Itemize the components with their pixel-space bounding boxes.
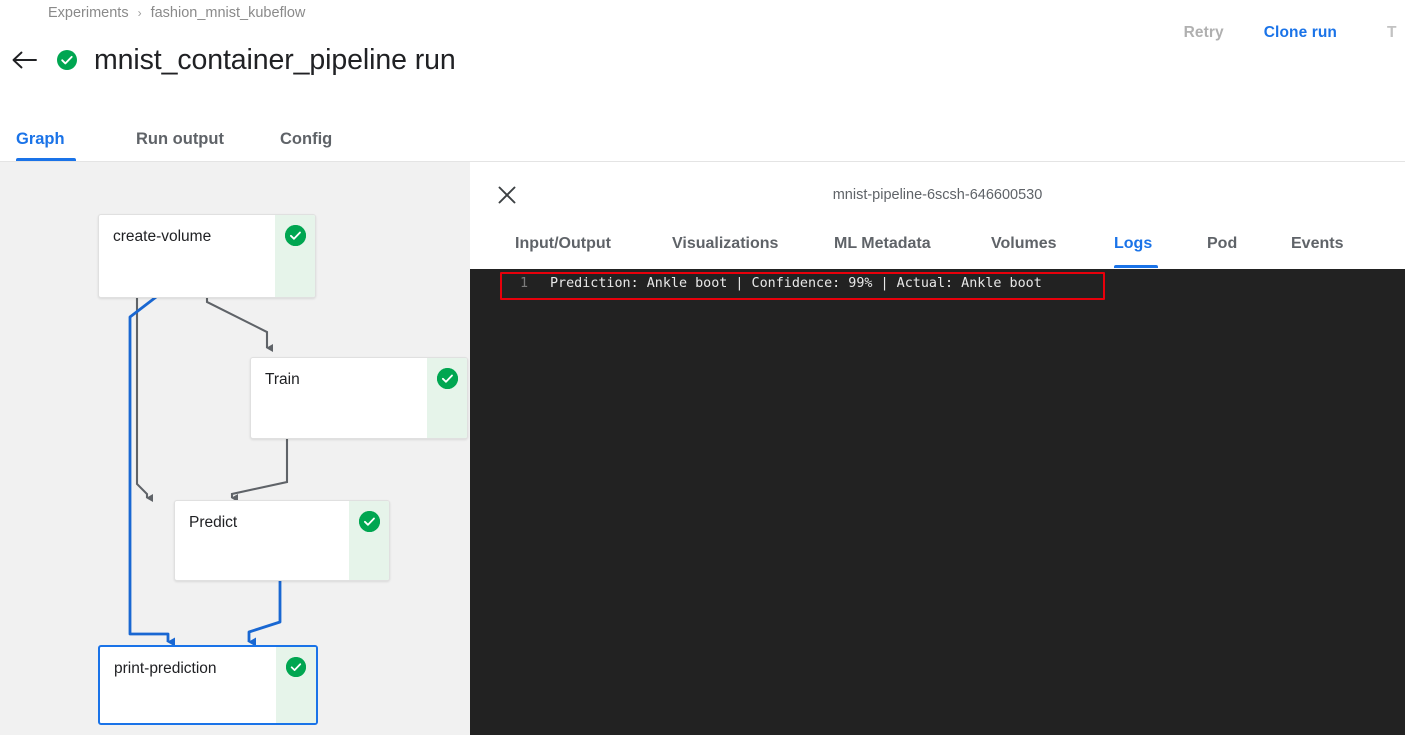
clone-run-button[interactable]: Clone run	[1264, 24, 1337, 42]
edge-train-predict	[230, 438, 289, 502]
edge-createvolume-predict	[135, 298, 153, 502]
panel-tab-bar: Input/Output Visualizations ML Metadata …	[470, 226, 1405, 269]
edge-createvolume-train	[205, 298, 273, 352]
log-viewer[interactable]: 1 Prediction: Ankle boot | Confidence: 9…	[470, 269, 1405, 735]
pipeline-graph-canvas[interactable]: create-volume Train Predict print-predic…	[0, 162, 470, 735]
panel-header: mnist-pipeline-6scsh-646600530	[470, 162, 1405, 226]
page-title: mnist_container_pipeline run	[94, 43, 456, 76]
edge-predict-printprediction	[247, 581, 282, 647]
breadcrumb-item-experiments[interactable]: Experiments	[48, 5, 129, 21]
node-status-strip	[276, 647, 316, 723]
tab-logs[interactable]: Logs	[1114, 226, 1158, 268]
log-line-number: 1	[519, 275, 528, 291]
tab-run-output[interactable]: Run output	[136, 108, 232, 161]
graph-node-label: print-prediction	[114, 660, 217, 677]
check-circle-icon	[436, 368, 458, 389]
tab-ml-metadata[interactable]: ML Metadata	[834, 226, 952, 268]
terminate-button[interactable]: T	[1387, 24, 1405, 42]
check-circle-icon	[284, 225, 306, 246]
breadcrumb-item-experiment-name[interactable]: fashion_mnist_kubeflow	[151, 5, 306, 21]
edge-createvolume-printprediction	[128, 292, 175, 647]
graph-node-print-prediction[interactable]: print-prediction	[98, 645, 318, 725]
node-status-strip	[275, 215, 315, 297]
check-circle-icon	[286, 657, 306, 677]
graph-node-create-volume[interactable]: create-volume	[98, 214, 316, 298]
graph-node-train[interactable]: Train	[250, 357, 468, 439]
page-header: Experiments › fashion_mnist_kubeflow mni…	[0, 0, 1405, 108]
tab-config[interactable]: Config	[280, 108, 346, 161]
tab-events[interactable]: Events	[1291, 226, 1355, 268]
main-tab-bar: Graph Run output Config	[0, 108, 1405, 162]
tab-pod[interactable]: Pod	[1207, 226, 1242, 268]
log-line-text: Prediction: Ankle boot | Confidence: 99%…	[550, 275, 1042, 291]
tab-input-output[interactable]: Input/Output	[515, 226, 627, 268]
graph-node-label: Predict	[189, 514, 238, 531]
node-details-panel: mnist-pipeline-6scsh-646600530 Input/Out…	[470, 162, 1405, 735]
graph-node-predict[interactable]: Predict	[174, 500, 390, 581]
node-status-strip	[349, 501, 389, 580]
log-line: 1 Prediction: Ankle boot | Confidence: 9…	[470, 270, 1405, 296]
node-status-strip	[427, 358, 467, 438]
retry-button[interactable]: Retry	[1184, 24, 1224, 42]
tab-visualizations[interactable]: Visualizations	[672, 226, 794, 268]
header-actions: Retry Clone run T	[1184, 18, 1405, 48]
tab-volumes[interactable]: Volumes	[991, 226, 1071, 268]
breadcrumb-separator: ›	[137, 6, 142, 20]
arrow-left-icon[interactable]	[4, 40, 44, 80]
pod-name-label: mnist-pipeline-6scsh-646600530	[832, 187, 1043, 203]
breadcrumb: Experiments › fashion_mnist_kubeflow	[48, 5, 305, 21]
graph-node-label: Train	[265, 371, 300, 388]
check-circle-icon	[358, 511, 380, 532]
tab-graph[interactable]: Graph	[16, 108, 76, 161]
check-circle-icon	[56, 49, 78, 71]
title-row: mnist_container_pipeline run	[0, 38, 456, 82]
graph-node-label: create-volume	[113, 228, 212, 245]
